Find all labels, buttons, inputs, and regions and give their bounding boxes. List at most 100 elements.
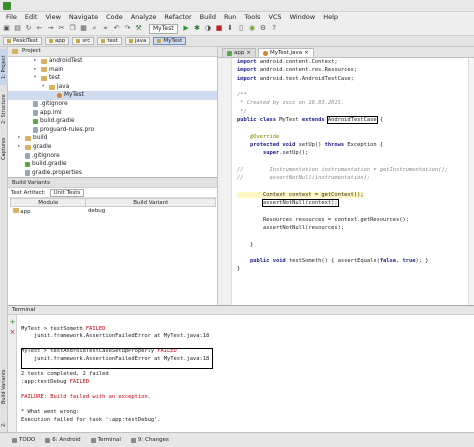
find-icon[interactable]: ⌕ <box>90 24 99 33</box>
tree-item[interactable]: ▸ gradle <box>8 143 217 152</box>
paste-icon[interactable]: ▦ <box>79 24 88 33</box>
tab-app[interactable]: app × <box>222 48 256 57</box>
breadcrumb-item-src[interactable]: src <box>72 37 95 45</box>
tree-item[interactable]: ▸ androidTest <box>8 57 217 66</box>
new-session-icon[interactable]: + <box>9 319 16 326</box>
run-icon[interactable]: ▶ <box>182 24 191 33</box>
tree-item[interactable]: .gitignore <box>8 152 217 161</box>
menu-item-edit[interactable]: Edit <box>25 13 38 21</box>
coverage-icon[interactable]: ◑ <box>204 24 213 33</box>
table-row[interactable]: app debug <box>11 207 216 216</box>
file-icon <box>33 109 38 116</box>
android-monitor-icon[interactable]: ◉ <box>248 24 257 33</box>
breadcrumb-item-peskitest[interactable]: PeskiTest <box>3 37 42 45</box>
status-tab-todo[interactable]: TODO <box>12 437 35 443</box>
project-panel-title[interactable]: Project <box>22 47 41 56</box>
close-session-icon[interactable]: × <box>9 329 16 336</box>
make-icon[interactable]: ⚒ <box>134 24 143 33</box>
menu-item-build[interactable]: Build <box>200 13 216 21</box>
menu-item-analyze[interactable]: Analyze <box>131 13 157 21</box>
menu-item-navigate[interactable]: Navigate <box>69 13 98 21</box>
editor-scrollbar[interactable] <box>468 58 474 305</box>
menu-item-vcs[interactable]: VCS <box>268 13 281 21</box>
close-icon[interactable]: × <box>246 49 251 58</box>
open-folder-icon[interactable]: ▣ <box>2 24 11 33</box>
tab-structure[interactable]: 2: Structure <box>0 89 8 129</box>
terminal-line: * What went wrong: <box>21 409 80 416</box>
editor-gutter[interactable] <box>218 58 232 305</box>
tree-item[interactable]: proguard-rules.pro <box>8 126 217 135</box>
expand-arrow-icon[interactable]: ▸ <box>18 134 23 143</box>
breadcrumb-item-java[interactable]: java <box>124 37 151 45</box>
expand-arrow-icon[interactable]: ▸ <box>34 57 39 66</box>
terminal-side-toolbar: + × <box>8 315 17 432</box>
avd-manager-icon[interactable]: ▯ <box>237 24 246 33</box>
file-icon <box>33 101 38 108</box>
undo-icon[interactable]: ↶ <box>112 24 121 33</box>
menu-item-window[interactable]: Window <box>290 13 316 21</box>
tree-item[interactable]: ▾ java <box>8 83 217 92</box>
test-artifact-select[interactable]: Unit Tests <box>49 188 85 197</box>
project-panel: Project ▸ androidTest ▸ main ▾ test ▾ java MyTes… <box>8 47 218 177</box>
tree-item[interactable]: build.gradle <box>8 160 217 169</box>
save-icon[interactable]: ▤ <box>13 24 22 33</box>
replace-icon[interactable]: ⌖ <box>101 24 110 33</box>
tree-item[interactable]: build.gradle <box>8 117 217 126</box>
module-column-header[interactable]: Module <box>9 198 87 207</box>
menu-item-run[interactable]: Run <box>224 13 236 21</box>
file-icon <box>33 127 38 134</box>
tab-captures[interactable]: Captures <box>0 133 8 165</box>
tree-item-label: .gitignore <box>32 152 60 159</box>
tree-item[interactable]: MyTest <box>8 91 217 100</box>
tree-item-label: MyTest <box>64 92 84 99</box>
status-tab-6-android[interactable]: 6: Android <box>45 437 81 443</box>
tree-item[interactable]: ▾ test <box>8 74 217 83</box>
status-tab-terminal[interactable]: Terminal <box>90 437 121 443</box>
menu-item-file[interactable]: File <box>6 13 17 21</box>
tab-mytest-java[interactable]: MyTest.java × <box>257 48 314 58</box>
breadcrumb-item-app[interactable]: app <box>44 37 70 45</box>
terminal-output[interactable]: MyTest > testSometh FAILED junit.framewo… <box>17 315 474 432</box>
redo-icon[interactable]: ↷ <box>123 24 132 33</box>
breadcrumb-item-test[interactable]: test <box>97 37 122 45</box>
sync-icon[interactable]: ↻ <box>24 24 33 33</box>
stop-icon[interactable]: ■ <box>215 24 224 33</box>
variant-cell[interactable]: debug <box>86 207 216 216</box>
code-editor[interactable]: import android.content.Context; import an… <box>232 58 468 305</box>
copy-icon[interactable]: ❐ <box>68 24 77 33</box>
expand-arrow-icon[interactable]: ▸ <box>18 143 23 152</box>
sdk-manager-icon[interactable]: ⬇ <box>226 24 235 33</box>
status-tab-9-changes[interactable]: 9: Changes <box>130 437 169 443</box>
tab-project[interactable]: 1: Project <box>0 49 8 85</box>
tree-item[interactable]: ▸ main <box>8 66 217 75</box>
tree-item[interactable]: ▸ build <box>8 134 217 143</box>
code-line: public class MyTest extends AndroidTestC… <box>237 116 384 125</box>
terminal-line: FAILURE: Build failed with an exception. <box>21 393 151 400</box>
close-icon[interactable]: × <box>304 49 309 58</box>
test-artifact-label: Test Artifact: <box>11 189 46 196</box>
gradle-icon <box>33 118 38 124</box>
menu-item-tools[interactable]: Tools <box>244 13 260 21</box>
expand-arrow-icon[interactable]: ▾ <box>34 74 39 83</box>
back-icon[interactable]: ← <box>35 24 44 33</box>
variant-column-header[interactable]: Build Variant <box>85 198 216 207</box>
menu-item-view[interactable]: View <box>45 13 60 21</box>
settings-icon[interactable]: ⚙ <box>259 24 268 33</box>
menu-item-help[interactable]: Help <box>323 13 338 21</box>
tree-item[interactable]: .gitignore <box>8 100 217 109</box>
breadcrumb-item-mytest[interactable]: MyTest <box>153 37 187 45</box>
help-icon[interactable]: ? <box>270 24 279 33</box>
build-variants-toolbar: Test Artifact: Unit Tests <box>8 188 217 198</box>
debug-icon[interactable]: ✱ <box>193 24 202 33</box>
forward-icon[interactable]: → <box>46 24 55 33</box>
cut-icon[interactable]: ✂ <box>57 24 66 33</box>
tree-item[interactable]: app.iml <box>8 109 217 118</box>
run-config-select[interactable]: MyTest <box>149 23 178 34</box>
expand-arrow-icon[interactable]: ▾ <box>42 83 47 92</box>
tab-build-variants[interactable]: Build Variants <box>0 367 8 407</box>
menu-item-refactor[interactable]: Refactor <box>164 13 191 21</box>
expand-arrow-icon[interactable]: ▸ <box>34 66 39 75</box>
menu-item-code[interactable]: Code <box>106 13 123 21</box>
